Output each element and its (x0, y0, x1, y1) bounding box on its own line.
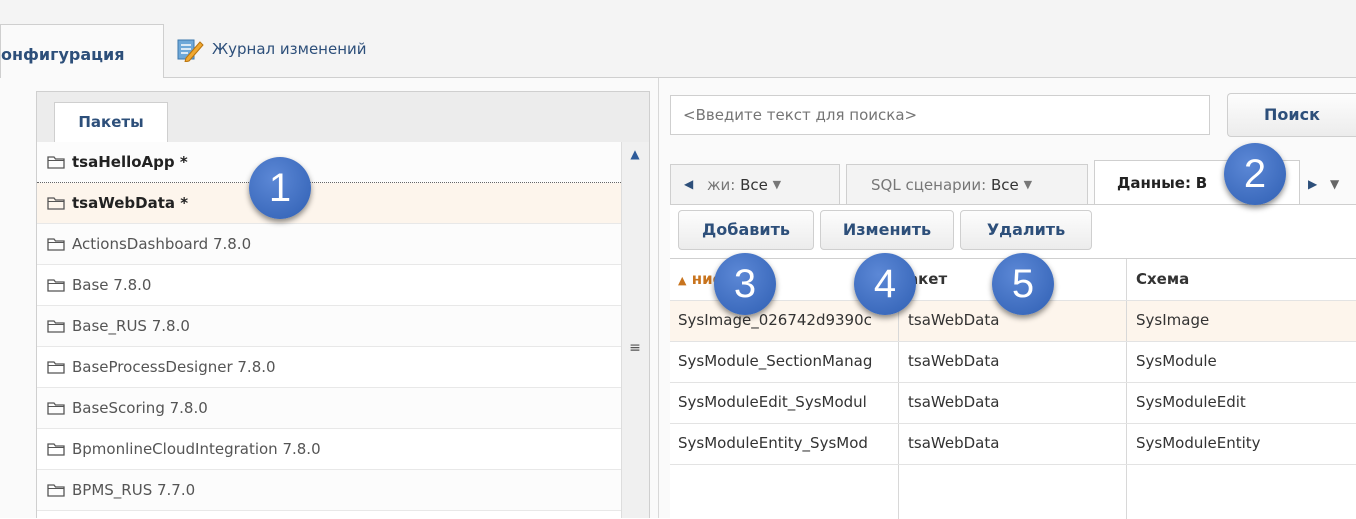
tab-menu-chevron-icon[interactable]: ▼ (1330, 177, 1339, 191)
folder-icon (47, 279, 65, 292)
package-item[interactable]: Base 7.8.0 (37, 265, 621, 306)
table-cell[interactable]: SysModule (1128, 341, 1356, 382)
package-label: Base 7.8.0 (72, 276, 152, 294)
callout-2: 2 (1224, 143, 1286, 205)
table-cell[interactable]: tsaWebData (900, 341, 1126, 382)
package-item[interactable]: BaseProcessDesigner 7.8.0 (37, 347, 621, 388)
column-divider[interactable] (1126, 259, 1127, 519)
packages-list: tsaHelloApp * tsaWebData * ActionsDashbo… (37, 142, 621, 518)
package-item[interactable]: ActionsDashboard 7.8.0 (37, 224, 621, 265)
filter-tab-value: В (1195, 174, 1208, 192)
table-cell[interactable]: SysModuleEdit_SysModul (670, 382, 898, 423)
folder-icon (47, 320, 65, 333)
folder-icon (47, 197, 65, 210)
edit-button[interactable]: Изменить (820, 210, 954, 250)
panel-splitter[interactable] (658, 78, 659, 518)
folder-icon (47, 156, 65, 169)
callout-5: 5 (992, 253, 1054, 315)
package-item[interactable]: BPMS_RUS 7.7.0 (37, 470, 621, 511)
table-cell[interactable]: SysModuleEdit (1128, 382, 1356, 423)
tab-change-journal[interactable]: Журнал изменений (176, 34, 367, 64)
folder-icon (47, 484, 65, 497)
table-cell[interactable]: tsaWebData (900, 423, 1126, 464)
folder-icon (47, 443, 65, 456)
search-input[interactable] (670, 95, 1210, 135)
callout-3: 3 (714, 253, 776, 315)
package-label: BpmonlineCloudIntegration 7.8.0 (72, 440, 321, 458)
package-item[interactable]: Base_RUS 7.8.0 (37, 306, 621, 347)
filter-tab-label: Данные: (1117, 174, 1191, 192)
filter-tab-label: жи: (707, 175, 736, 194)
sort-ascending-icon: ▲ (678, 274, 687, 287)
journal-edit-icon (177, 39, 204, 62)
tab-change-journal-label: Журнал изменений (212, 40, 367, 58)
filter-tab-mods[interactable]: жи: Все ▼ (670, 164, 840, 204)
package-label: BaseScoring 7.8.0 (72, 399, 208, 417)
package-item[interactable]: BaseScoring 7.8.0 (37, 388, 621, 429)
tab-configuration[interactable]: онфигурация (0, 24, 164, 80)
table-cell[interactable]: SysModuleEntity_SysMod (670, 423, 898, 464)
delete-button[interactable]: Удалить (960, 210, 1092, 250)
packages-scrollbar[interactable] (621, 142, 649, 518)
package-label: ActionsDashboard 7.8.0 (72, 235, 252, 253)
grid-header-schema[interactable]: Схема (1128, 259, 1356, 300)
filter-tab-value: Все (991, 175, 1019, 194)
package-label: Base_RUS 7.8.0 (72, 317, 190, 335)
add-button[interactable]: Добавить (678, 210, 814, 250)
callout-4: 4 (854, 253, 916, 315)
callout-1: 1 (249, 157, 311, 219)
chevron-down-icon: ▼ (772, 178, 782, 191)
filter-tab-label: SQL сценарии: (871, 175, 987, 194)
folder-icon (47, 402, 65, 415)
package-label: BPMS_RUS 7.7.0 (72, 481, 196, 499)
chevron-down-icon: ▼ (1023, 178, 1033, 191)
filter-tab-sql[interactable]: SQL сценарии: Все ▼ (846, 164, 1088, 204)
row-divider (670, 382, 1356, 383)
row-divider (670, 341, 1356, 342)
package-item[interactable]: BpmonlineCloudIntegration 7.8.0 (37, 429, 621, 470)
package-label: BaseProcessDesigner 7.8.0 (72, 358, 276, 376)
table-cell[interactable]: SysModuleEntity (1128, 423, 1356, 464)
scroll-up-arrow-icon[interactable]: ▲ (627, 147, 643, 161)
scroll-grip-icon[interactable]: ≡ (627, 341, 643, 355)
table-cell[interactable]: tsaWebData (900, 382, 1126, 423)
package-item[interactable]: tsaWebData * (37, 183, 621, 224)
table-cell[interactable]: SysImage (1128, 300, 1356, 341)
package-label: tsaHelloApp * (72, 153, 188, 171)
package-item[interactable]: tsaHelloApp * (37, 142, 621, 183)
folder-icon (47, 361, 65, 374)
package-label: tsaWebData * (72, 194, 189, 212)
search-button[interactable]: Поиск (1227, 93, 1356, 137)
row-divider (670, 464, 1356, 465)
filter-tab-value: Все (740, 175, 768, 194)
table-cell[interactable]: SysModule_SectionManag (670, 341, 898, 382)
folder-icon (47, 238, 65, 251)
tab-scroll-right-icon[interactable]: ▶ (1308, 177, 1317, 191)
row-divider (670, 423, 1356, 424)
packages-tab[interactable]: Пакеты (54, 102, 168, 142)
tab-scroll-left-icon[interactable]: ◀ (684, 177, 693, 191)
